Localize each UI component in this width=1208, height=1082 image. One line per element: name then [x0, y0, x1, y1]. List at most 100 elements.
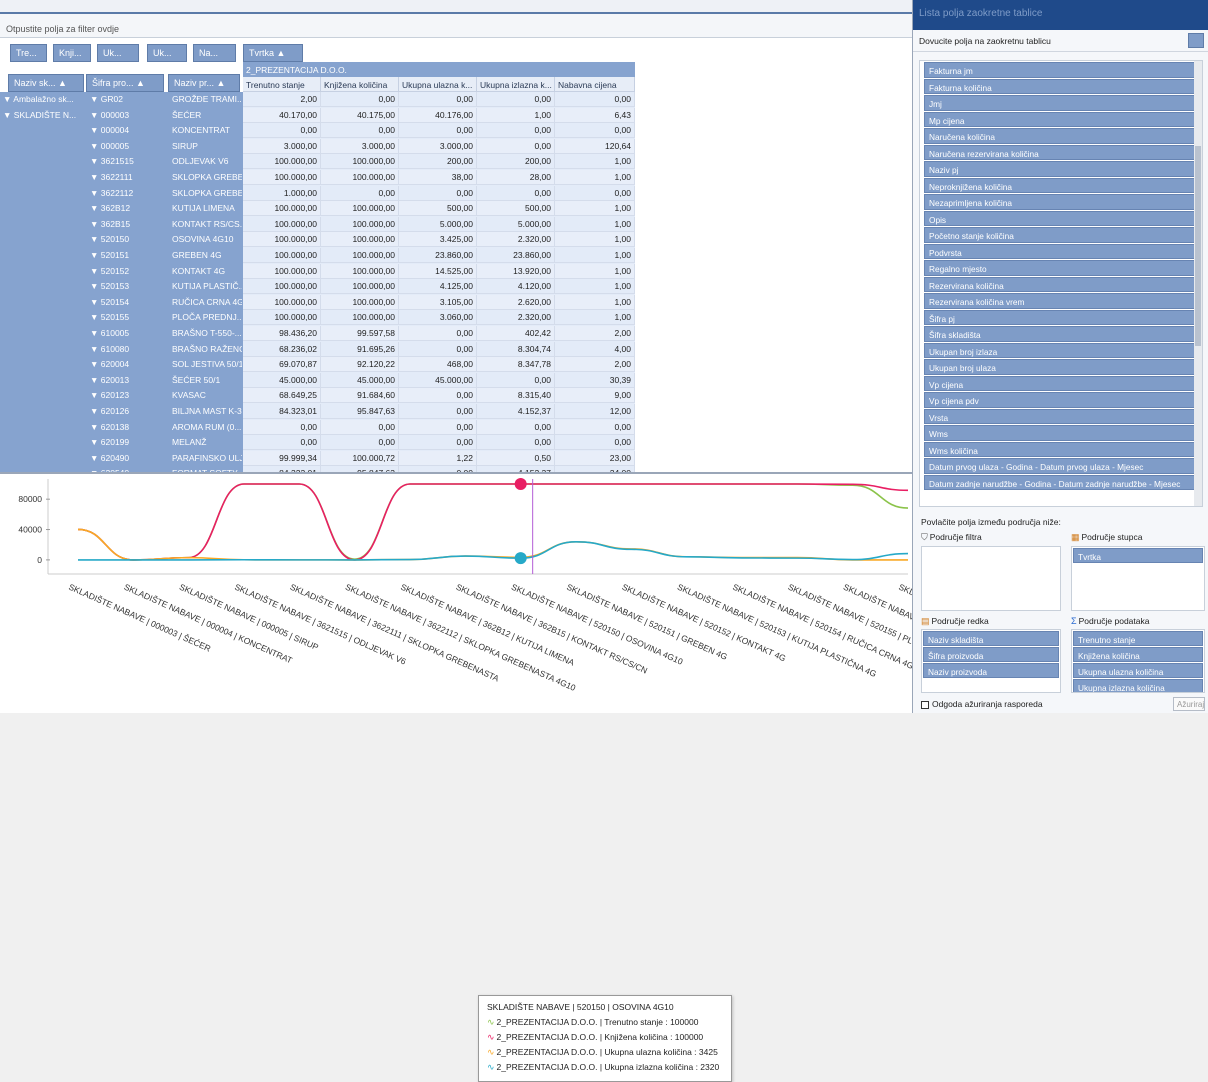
- data-cell[interactable]: 0,00: [477, 185, 555, 201]
- filter-field-button[interactable]: Uk...: [97, 44, 139, 62]
- data-cell[interactable]: 3.000,00: [399, 138, 477, 154]
- product-code[interactable]: ▼ 520152: [90, 264, 165, 279]
- data-cell[interactable]: 3.425,00: [399, 232, 477, 248]
- data-cell[interactable]: 98.436,20: [243, 326, 321, 341]
- data-cell[interactable]: 100.000,00: [243, 248, 321, 263]
- scrollbar-thumb[interactable]: [1195, 146, 1201, 346]
- data-cell[interactable]: 100.000,00: [321, 232, 399, 248]
- field-item[interactable]: Vrsta: [924, 408, 1196, 424]
- data-cell[interactable]: 0,00: [399, 419, 477, 435]
- data-cell[interactable]: 30,39: [555, 372, 635, 388]
- data-cell[interactable]: 40.170,00: [243, 107, 321, 123]
- data-cell[interactable]: 100.000,00: [321, 294, 399, 310]
- update-button[interactable]: Ažuriraj: [1173, 697, 1205, 711]
- data-cell[interactable]: 0,00: [555, 92, 635, 107]
- product-code[interactable]: ▼ 520155: [90, 310, 165, 325]
- data-cell[interactable]: 100.000,00: [243, 216, 321, 232]
- row-item[interactable]: Naziv proizvoda: [923, 663, 1059, 678]
- data-cell[interactable]: 5.000,00: [477, 216, 555, 232]
- data-cell[interactable]: 100.000,00: [321, 170, 399, 185]
- field-item[interactable]: Početno stanje količina: [924, 227, 1196, 243]
- data-cell[interactable]: 4.125,00: [399, 279, 477, 295]
- data-cell[interactable]: 99.597,58: [321, 326, 399, 341]
- data-cell[interactable]: 91.684,60: [321, 388, 399, 404]
- field-list-scrollbar[interactable]: [1194, 61, 1202, 506]
- row-group[interactable]: ▼ SKLADIŠTE N...: [3, 108, 83, 123]
- row-field-button[interactable]: Šifra pro... ▲: [86, 74, 164, 92]
- data-cell[interactable]: 100.000,00: [321, 310, 399, 326]
- data-cell[interactable]: 0,00: [555, 185, 635, 201]
- product-code[interactable]: ▼ 000005: [90, 139, 165, 154]
- data-cell[interactable]: 23.860,00: [477, 248, 555, 263]
- column-area[interactable]: Tvrtka: [1071, 546, 1205, 611]
- data-cell[interactable]: 2,00: [243, 92, 321, 107]
- data-cell[interactable]: 0,00: [477, 92, 555, 107]
- data-cell[interactable]: 1,00: [555, 248, 635, 263]
- field-item[interactable]: Opis: [924, 210, 1196, 226]
- data-cell[interactable]: 100.000,72: [321, 450, 399, 466]
- data-cell[interactable]: 402,42: [477, 326, 555, 341]
- data-cell[interactable]: 120,64: [555, 138, 635, 154]
- data-cell[interactable]: 0,00: [399, 435, 477, 451]
- data-cell[interactable]: 3.105,00: [399, 294, 477, 310]
- data-cell[interactable]: 1,00: [555, 154, 635, 170]
- data-cell[interactable]: 8.304,74: [477, 341, 555, 357]
- data-cell[interactable]: 0,00: [399, 404, 477, 419]
- product-code[interactable]: ▼ 520154: [90, 295, 165, 310]
- data-cell[interactable]: 14.525,00: [399, 263, 477, 279]
- row-item[interactable]: Naziv skladišta: [923, 631, 1059, 646]
- filter-field-button[interactable]: Knji...: [53, 44, 91, 62]
- data-cell[interactable]: 0,00: [243, 435, 321, 451]
- column-item[interactable]: Tvrtka: [1073, 548, 1203, 563]
- data-cell[interactable]: 100.000,00: [243, 310, 321, 326]
- data-cell[interactable]: 0,00: [399, 123, 477, 139]
- data-cell[interactable]: 91.695,26: [321, 341, 399, 357]
- data-cell[interactable]: 0,00: [399, 341, 477, 357]
- data-cell[interactable]: 3.000,00: [243, 138, 321, 154]
- field-item[interactable]: Neproknjižena količina: [924, 177, 1196, 193]
- data-cell[interactable]: 100.000,00: [243, 154, 321, 170]
- data-cell[interactable]: 100.000,00: [321, 263, 399, 279]
- data-cell[interactable]: 0,00: [477, 138, 555, 154]
- data-cell[interactable]: 200,00: [399, 154, 477, 170]
- data-cell[interactable]: 45.000,00: [399, 372, 477, 388]
- data-cell[interactable]: 12,00: [555, 404, 635, 419]
- field-item[interactable]: Naziv pj: [924, 161, 1196, 177]
- data-cell[interactable]: 8.315,40: [477, 388, 555, 404]
- data-cell[interactable]: 4,00: [555, 341, 635, 357]
- field-item[interactable]: Vp cijena: [924, 375, 1196, 391]
- field-item[interactable]: Nezaprimljena količina: [924, 194, 1196, 210]
- product-code[interactable]: ▼ 620123: [90, 388, 165, 403]
- product-code[interactable]: ▼ 362B12: [90, 201, 165, 216]
- data-cell[interactable]: 100.000,00: [321, 216, 399, 232]
- data-cell[interactable]: 0,00: [555, 419, 635, 435]
- field-item[interactable]: Šifra pj: [924, 309, 1196, 325]
- data-cell[interactable]: 100.000,00: [321, 248, 399, 263]
- data-cell[interactable]: 100.000,00: [321, 201, 399, 217]
- product-code[interactable]: ▼ 620138: [90, 420, 165, 435]
- row-area-zone[interactable]: Naziv skladišta Šifra proizvoda Naziv pr…: [921, 629, 1061, 693]
- data-cell[interactable]: 100.000,00: [243, 232, 321, 248]
- data-cell[interactable]: 0,00: [321, 419, 399, 435]
- data-cell[interactable]: 0,00: [555, 123, 635, 139]
- data-cell[interactable]: 6,43: [555, 107, 635, 123]
- data-cell[interactable]: 0,00: [321, 435, 399, 451]
- data-cell[interactable]: 2.320,00: [477, 310, 555, 326]
- data-cell[interactable]: 40.175,00: [321, 107, 399, 123]
- product-code[interactable]: ▼ 620490: [90, 451, 165, 466]
- product-code[interactable]: ▼ 620004: [90, 357, 165, 372]
- layout-icon[interactable]: [1188, 33, 1204, 48]
- field-item[interactable]: Jmj: [924, 95, 1196, 111]
- data-cell[interactable]: 0,00: [243, 419, 321, 435]
- measure-header[interactable]: Knjižena količina: [321, 77, 399, 92]
- field-item[interactable]: Mp cijena: [924, 111, 1196, 127]
- filter-field-button[interactable]: Na...: [193, 44, 236, 62]
- data-cell[interactable]: 468,00: [399, 357, 477, 373]
- data-cell[interactable]: 0,00: [477, 123, 555, 139]
- data-cell[interactable]: 100.000,00: [243, 201, 321, 217]
- data-area-zone[interactable]: Trenutno stanje Knjižena količina Ukupna…: [1071, 629, 1205, 693]
- field-item[interactable]: Fakturna količina: [924, 78, 1196, 94]
- data-cell[interactable]: 0,00: [399, 388, 477, 404]
- column-field-tvrtka[interactable]: Tvrtka ▲: [243, 44, 303, 62]
- data-cell[interactable]: 100.000,00: [321, 154, 399, 170]
